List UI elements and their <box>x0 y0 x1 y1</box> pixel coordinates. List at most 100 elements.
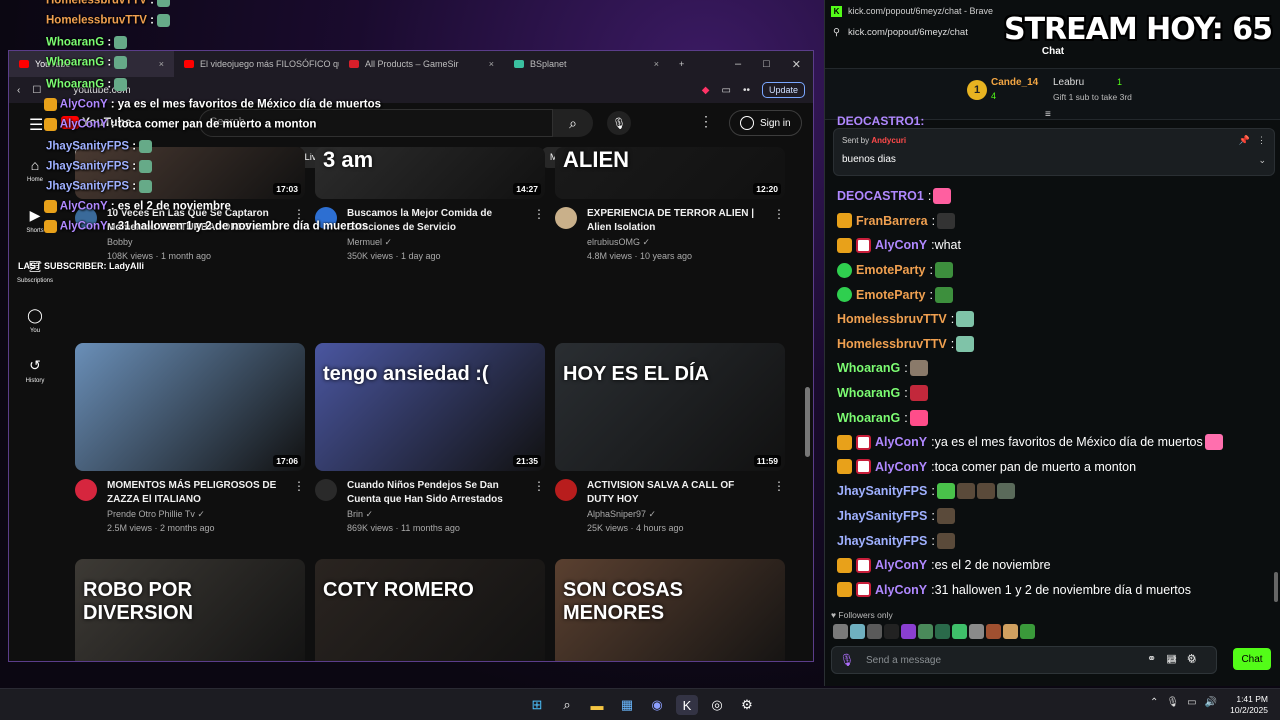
chevron-down-icon[interactable]: ⌄ <box>1258 155 1266 166</box>
users-icon[interactable]: ⚭ <box>1147 653 1166 665</box>
video-card[interactable]: ROBO POR DIVERSION18:33HABLANDO CON UN L… <box>75 559 305 661</box>
browser-tab[interactable]: BSplanet × <box>504 51 669 77</box>
video-title[interactable]: Cuando Niños Pendejos Se Dan Cuenta que … <box>347 479 523 507</box>
emote-icon[interactable] <box>952 624 967 639</box>
clock[interactable]: 1:41 PM 10/2/2025 <box>1224 694 1268 716</box>
close-tab-icon[interactable]: × <box>654 59 659 69</box>
video-menu-icon[interactable]: ⋮ <box>533 479 545 535</box>
video-title[interactable]: MOMENTOS MÁS PELIGROSOS DE ZAZZA El ITAL… <box>107 479 283 507</box>
video-menu-icon[interactable]: ⋮ <box>533 207 545 263</box>
chat-username[interactable]: AlyConY <box>875 558 927 572</box>
close-tab-icon[interactable]: × <box>489 59 494 69</box>
video-card[interactable]: SON COSAS MENORES34:38¿Qué pasa al USAR … <box>555 559 785 661</box>
chat-username[interactable]: AlyConY <box>875 583 927 597</box>
sign-in-button[interactable]: Sign in <box>729 110 802 136</box>
channel-name[interactable]: Bobby <box>107 235 283 249</box>
update-button[interactable]: Update <box>761 82 805 98</box>
channel-avatar[interactable] <box>75 479 97 501</box>
emote-icon[interactable] <box>850 624 865 639</box>
chat-username[interactable]: JhaySanityFPS <box>837 484 927 498</box>
tune-icon[interactable]: ⚲ <box>833 27 840 38</box>
video-card[interactable]: tengo ansiedad :(21:35 Cuando Niños Pende… <box>315 343 545 535</box>
chat-username[interactable]: HomelessbruvTTV <box>837 337 947 351</box>
video-thumbnail[interactable]: 3 am 14:27 <box>315 147 545 199</box>
back-icon[interactable]: ‹ <box>17 85 20 96</box>
chat-username[interactable]: DEOCASTRO1 <box>837 189 924 203</box>
new-tab-icon[interactable]: + <box>669 59 694 69</box>
emote-icon[interactable] <box>918 624 933 639</box>
maximize-icon[interactable]: □ <box>763 58 770 71</box>
emote-icon[interactable] <box>986 624 1001 639</box>
chat-username[interactable]: FranBarrera <box>856 214 928 228</box>
microphone-icon[interactable]: 🎙 <box>607 111 631 135</box>
more-options-icon[interactable]: ⋮ <box>1257 135 1266 146</box>
gear-icon[interactable]: ⚙ <box>1187 653 1207 665</box>
start-icon[interactable]: ⊞ <box>526 695 548 715</box>
video-thumbnail[interactable]: 17:06 <box>75 343 305 471</box>
chat-username[interactable]: EmoteParty <box>856 288 925 302</box>
store-icon[interactable]: ▤ <box>1166 653 1186 665</box>
leaderboard-first-user[interactable]: Cande_14 <box>991 77 1038 88</box>
rail-item[interactable]: ↺ History <box>9 345 61 395</box>
search-icon[interactable]: ⌕ <box>556 695 578 715</box>
rail-item[interactable]: ◯ You <box>9 295 61 345</box>
search-icon[interactable]: ⌕ <box>553 109 593 137</box>
video-card[interactable]: COTY ROMERO13:15COTY ROMERO Y LA PEOR⋮ <box>315 559 545 661</box>
chat-username[interactable]: AlyConY <box>875 460 927 474</box>
video-menu-icon[interactable]: ⋮ <box>293 479 305 535</box>
video-title[interactable]: Buscamos la Mejor Comida de Estaciones d… <box>347 207 523 235</box>
chat-username[interactable]: AlyConY <box>875 435 927 449</box>
kick-url[interactable]: kick.com/popout/6meyz/chat <box>848 27 968 38</box>
video-card[interactable]: ALIEN 12:20 EXPERIENCIA DE TERROR ALIEN | … <box>555 147 785 263</box>
chat-username[interactable]: WhoaranG <box>837 361 900 375</box>
browser-tab[interactable]: El videojuego más FILOSÓFICO que× <box>174 51 339 77</box>
video-card[interactable]: 3 am 14:27 Buscamos la Mejor Comida de Est… <box>315 147 545 263</box>
leaderboard-second-user[interactable]: Leabru <box>1053 77 1084 88</box>
video-title[interactable]: ACTIVISION SALVA A CALL OF DUTY HOY <box>587 479 763 507</box>
browser-tab[interactable]: All Products – GameSir × <box>339 51 504 77</box>
chat-username[interactable]: JhaySanityFPS <box>837 509 927 523</box>
video-menu-icon[interactable]: ⋮ <box>773 479 785 535</box>
chat-username[interactable]: EmoteParty <box>856 263 925 277</box>
video-thumbnail[interactable]: ROBO POR DIVERSION18:33 <box>75 559 305 661</box>
scrollbar[interactable] <box>805 387 810 457</box>
close-tab-icon[interactable]: × <box>159 59 164 69</box>
video-thumbnail[interactable]: ALIEN 12:20 <box>555 147 785 199</box>
chat-username[interactable]: JhaySanityFPS <box>837 534 927 548</box>
close-icon[interactable]: ✕ <box>792 58 801 71</box>
channel-avatar[interactable] <box>555 479 577 501</box>
channel-name[interactable]: Brin ✓ <box>347 507 523 521</box>
video-thumbnail[interactable]: COTY ROMERO13:15 <box>315 559 545 661</box>
video-thumbnail[interactable]: HOY ES EL DÍA 11:59 <box>555 343 785 471</box>
chat-username[interactable]: AlyConY <box>875 238 927 252</box>
channel-avatar[interactable] <box>315 479 337 501</box>
folder-icon[interactable]: ▬ <box>586 695 608 715</box>
emote-icon[interactable] <box>833 624 848 639</box>
video-menu-icon[interactable]: ⋮ <box>773 207 785 263</box>
pin-icon[interactable]: 📌 <box>1239 135 1250 146</box>
channel-avatar[interactable] <box>555 207 577 229</box>
minimize-icon[interactable]: – <box>735 58 741 71</box>
wallet-icon[interactable]: •• <box>743 85 750 96</box>
channel-name[interactable]: AlphaSniper97 ✓ <box>587 507 763 521</box>
settings-icon[interactable]: ⚙ <box>736 695 758 715</box>
discord-icon[interactable]: ◉ <box>646 695 668 715</box>
video-thumbnail[interactable]: SON COSAS MENORES34:38 <box>555 559 785 661</box>
emote-icon[interactable] <box>969 624 984 639</box>
sidebar-icon[interactable]: ▭ <box>722 85 731 96</box>
chat-username[interactable]: HomelessbruvTTV <box>837 312 947 326</box>
emote-icon[interactable] <box>901 624 916 639</box>
microphone-icon[interactable]: 🎙 <box>839 653 854 667</box>
channel-name[interactable]: elrubiusOMG ✓ <box>587 235 763 249</box>
emote-icon[interactable] <box>1003 624 1018 639</box>
video-thumbnail[interactable]: tengo ansiedad :(21:35 <box>315 343 545 471</box>
channel-name[interactable]: Mermuel ✓ <box>347 235 523 249</box>
video-card[interactable]: HOY ES EL DÍA 11:59 ACTIVISION SALVA A CAL… <box>555 343 785 535</box>
store-icon[interactable]: ▦ <box>616 695 638 715</box>
expand-icon[interactable]: ≡ <box>1045 109 1051 120</box>
menu-icon[interactable]: ☰ <box>29 115 43 135</box>
video-card[interactable]: 17:06 MOMENTOS MÁS PELIGROSOS DE ZAZZA El… <box>75 343 305 535</box>
more-options-icon[interactable]: ⋮ <box>699 113 713 130</box>
emote-icon[interactable] <box>935 624 950 639</box>
emote-icon[interactable] <box>867 624 882 639</box>
